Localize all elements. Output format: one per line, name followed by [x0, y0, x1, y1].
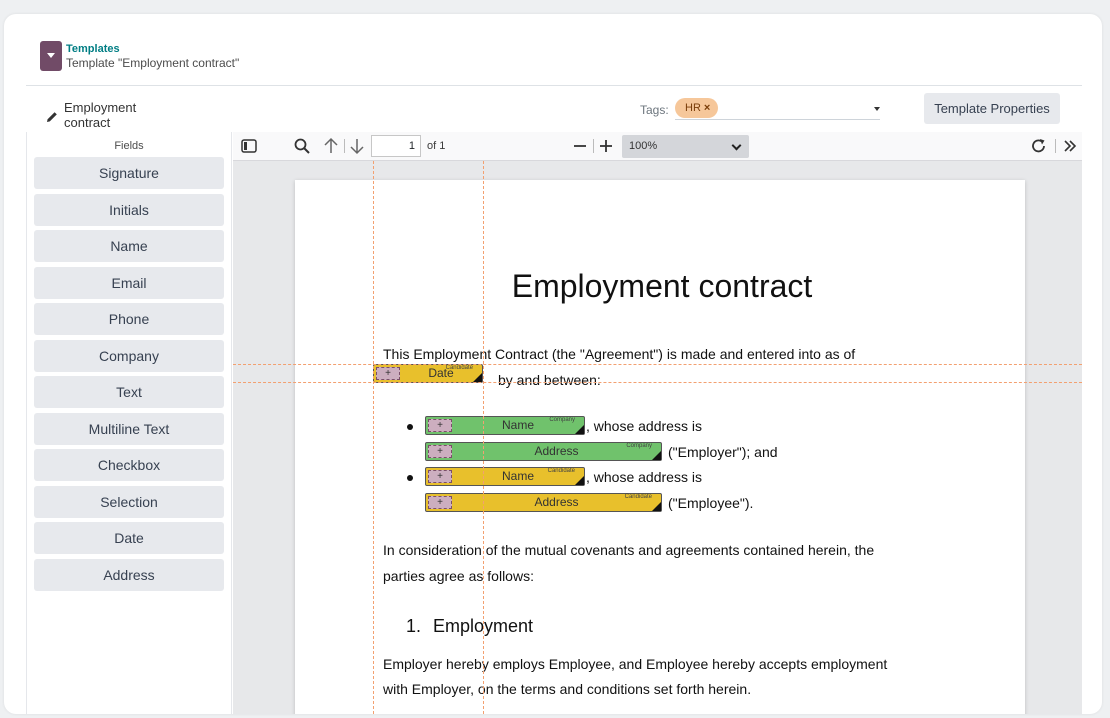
pdf-viewer: 1 of 1 100% Employment contract This Emp… — [233, 132, 1082, 714]
field-selection[interactable]: Selection — [34, 485, 224, 518]
field-address[interactable]: Address — [34, 558, 224, 591]
alignment-guide — [373, 161, 374, 714]
field-text[interactable]: Text — [34, 376, 224, 408]
pencil-icon — [47, 111, 57, 122]
field-date[interactable]: Date — [34, 522, 224, 554]
tag-remove-icon[interactable]: × — [704, 102, 710, 114]
breadcrumb-dropdown-button[interactable] — [40, 41, 62, 71]
resize-handle-icon[interactable] — [473, 373, 482, 382]
tag-hr: HR × — [675, 98, 719, 118]
consideration-text: In consideration of the mutual covenants… — [383, 542, 875, 558]
sidebar-toggle-icon[interactable] — [240, 137, 258, 155]
zoom-select[interactable]: 100% — [622, 135, 749, 158]
resize-handle-icon[interactable] — [652, 502, 661, 511]
section-number: 1. — [406, 616, 422, 636]
employee-name-field[interactable]: + Name Candidate — [425, 467, 585, 486]
employer-name-field[interactable]: + Name Company — [425, 416, 585, 435]
bullet1-text-line2: ("Employer"); and — [668, 444, 778, 460]
breadcrumb: Templates Template "Employment contract" — [40, 41, 239, 71]
resize-handle-icon[interactable] — [652, 451, 661, 460]
drag-handle-icon[interactable]: + — [376, 367, 400, 380]
more-tools-icon[interactable] — [1062, 137, 1078, 155]
field-multiline-text[interactable]: Multiline Text — [34, 412, 224, 445]
app-frame: Templates Template "Employment contract"… — [4, 14, 1102, 714]
template-name-input[interactable]: Employment contract — [64, 100, 210, 133]
field-phone[interactable]: Phone — [34, 303, 224, 335]
field-signature[interactable]: Signature — [34, 157, 224, 189]
alignment-guide — [233, 382, 1082, 383]
field-company[interactable]: Company — [34, 339, 224, 372]
bullet-icon — [407, 424, 413, 430]
field-email[interactable]: Email — [34, 266, 224, 299]
template-properties-button[interactable]: Template Properties — [924, 93, 1060, 124]
resize-handle-icon[interactable] — [575, 425, 584, 434]
breadcrumb-templates-link[interactable]: Templates — [66, 42, 239, 56]
page-count: of 1 — [427, 140, 446, 152]
page-title: Template "Employment contract" — [66, 56, 240, 70]
field-initials[interactable]: Initials — [34, 193, 224, 226]
employer-address-field[interactable]: + Address Company — [425, 442, 662, 461]
previous-page-icon[interactable] — [323, 137, 339, 155]
bullet1-text: , whose address is — [586, 418, 702, 434]
search-icon[interactable] — [293, 137, 311, 155]
fields-sidebar: Fields Signature Initials Name Email Pho… — [26, 132, 232, 714]
drag-handle-icon[interactable]: + — [428, 496, 452, 509]
viewer-toolbar: 1 of 1 100% — [233, 132, 1082, 161]
document-title: Employment contract — [511, 268, 813, 304]
alignment-guide — [233, 364, 1082, 365]
chevron-down-icon — [731, 140, 742, 151]
tags-label: Tags: — [640, 103, 669, 117]
date-field-candidate[interactable]: + Date Candidate — [373, 364, 483, 383]
fields-title: Fields — [114, 140, 144, 152]
intro-text: This Employment Contract (the "Agreement… — [383, 346, 856, 362]
drag-handle-icon[interactable]: + — [428, 470, 452, 483]
zoom-in-icon[interactable] — [598, 137, 614, 155]
alignment-guide — [483, 161, 484, 714]
toolbar-separator — [1055, 139, 1056, 153]
field-list: Signature Initials Name Email Phone Comp… — [27, 157, 231, 591]
tags-dropdown-icon[interactable] — [874, 107, 880, 111]
template-control-bar: Employment contract Tags: HR × Template P… — [26, 86, 1082, 133]
toolbar-separator — [593, 139, 594, 153]
tags-input[interactable]: HR × — [675, 98, 880, 120]
bullet-icon — [407, 475, 413, 481]
document-page: Employment contract This Employment Cont… — [295, 180, 1025, 714]
tag-label: HR — [685, 102, 701, 114]
next-page-icon[interactable] — [349, 137, 365, 155]
drag-handle-icon[interactable]: + — [428, 419, 452, 432]
template-name-editor[interactable]: Employment contract — [46, 100, 210, 133]
rotate-icon[interactable] — [1030, 137, 1048, 155]
employee-address-field[interactable]: + Address Candidate — [425, 493, 662, 512]
employment-text: Employer hereby employs Employee, and Em… — [383, 656, 888, 672]
zoom-value: 100% — [629, 140, 658, 152]
employment-text-line2: with Employer, on the terms and conditio… — [383, 681, 752, 697]
toolbar-separator — [344, 139, 345, 153]
zoom-out-icon[interactable] — [572, 137, 588, 155]
page-number-input[interactable]: 1 — [371, 135, 421, 157]
field-checkbox[interactable]: Checkbox — [34, 449, 224, 481]
drag-handle-icon[interactable]: + — [428, 445, 452, 458]
intro-text-continued: by and between: — [498, 372, 601, 388]
bullet2-text: , whose address is — [586, 469, 702, 485]
bullet2-text-line2: ("Employee"). — [668, 495, 754, 511]
field-name[interactable]: Name — [34, 230, 224, 262]
resize-handle-icon[interactable] — [575, 476, 584, 485]
consideration-text-line2: parties agree as follows: — [383, 568, 534, 584]
